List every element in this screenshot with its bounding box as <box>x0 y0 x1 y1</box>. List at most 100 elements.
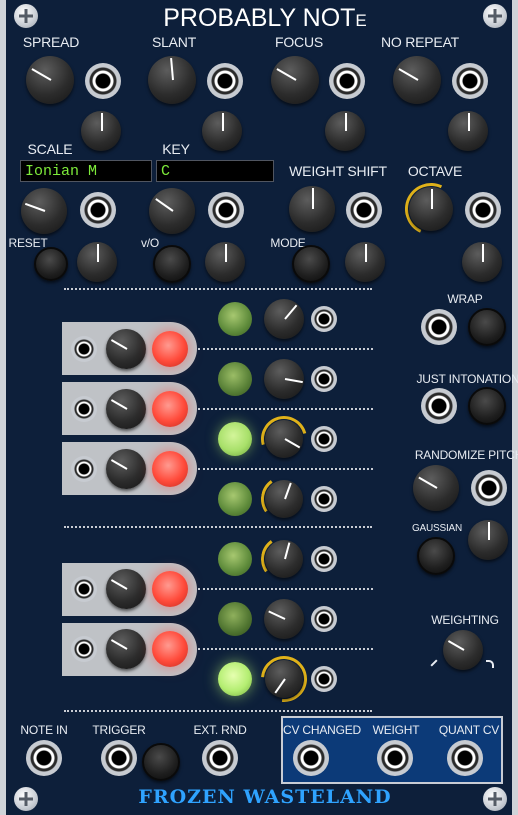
note-10-weight-knob[interactable] <box>264 599 304 639</box>
slant-knob[interactable] <box>148 56 196 104</box>
weighting-tick-right <box>486 660 494 668</box>
note-7-weight-knob[interactable] <box>106 449 146 489</box>
wrap-button[interactable] <box>468 308 506 346</box>
slant-attenuator-knob[interactable] <box>202 111 242 151</box>
label-just-intonation: JUST INTONATION <box>416 372 518 386</box>
note-6-weight-knob[interactable] <box>265 480 303 518</box>
note-5-weight-knob[interactable] <box>265 420 303 458</box>
randomize-pitch-attenuator-knob[interactable] <box>468 520 508 560</box>
note-8-weight-knob[interactable] <box>265 540 303 578</box>
note-4-weight-knob[interactable] <box>106 389 146 429</box>
focus-attenuator-knob[interactable] <box>325 111 365 151</box>
reset-knob[interactable] <box>77 242 117 282</box>
trigger-jack[interactable] <box>101 740 137 776</box>
note-3-green-led[interactable] <box>218 362 252 396</box>
note-in-jack[interactable] <box>26 740 62 776</box>
note-12-jack[interactable] <box>311 666 337 692</box>
scale-knob[interactable] <box>21 188 67 234</box>
label-key: KEY <box>162 141 190 157</box>
note-3-weight-knob[interactable] <box>264 359 304 399</box>
focus-knob[interactable] <box>271 56 319 104</box>
key-cv-jack[interactable] <box>208 192 244 228</box>
no-repeat-knob[interactable] <box>393 56 441 104</box>
quant-cv-output-jack[interactable] <box>447 740 483 776</box>
spread-cv-jack[interactable] <box>85 63 121 99</box>
separator-middle <box>64 526 372 528</box>
note-3-jack[interactable] <box>311 366 337 392</box>
spread-attenuator-knob[interactable] <box>81 111 121 151</box>
weight-shift-knob[interactable] <box>289 186 335 232</box>
label-randomize-pitch: RANDOMIZE PITCH <box>414 448 518 462</box>
label-cv-changed: CV CHANGED <box>282 723 362 737</box>
note-5-jack[interactable] <box>311 426 337 452</box>
note-12-green-led[interactable] <box>218 662 252 696</box>
note-10-jack[interactable] <box>311 606 337 632</box>
note-1-green-led[interactable] <box>218 302 252 336</box>
note-7-jack[interactable] <box>71 456 97 482</box>
reset-button[interactable] <box>34 247 68 281</box>
row-dots-7 <box>198 468 373 470</box>
label-trigger: TRIGGER <box>92 723 146 737</box>
v-o-button[interactable] <box>153 245 191 283</box>
note-9-jack[interactable] <box>71 576 97 602</box>
note-9-weight-knob[interactable] <box>106 569 146 609</box>
label-ext-rnd: EXT. RND <box>193 723 247 737</box>
weight-shift-cv-jack[interactable] <box>346 192 382 228</box>
no-repeat-attenuator-knob[interactable] <box>448 111 488 151</box>
screw-icon-top-right <box>483 4 507 28</box>
module-title-suffix: E <box>355 11 367 30</box>
note-8-green-led[interactable] <box>218 542 252 576</box>
v-o-knob[interactable] <box>205 242 245 282</box>
mode-button[interactable] <box>292 245 330 283</box>
screw-icon-bottom-right <box>483 787 507 811</box>
weight-output-jack[interactable] <box>377 740 413 776</box>
no-repeat-cv-jack[interactable] <box>452 63 488 99</box>
ext-rnd-jack[interactable] <box>202 740 238 776</box>
note-6-green-led[interactable] <box>218 482 252 516</box>
octave-knob[interactable] <box>409 187 453 231</box>
note-11-jack[interactable] <box>71 636 97 662</box>
row-dots-2 <box>198 348 373 350</box>
note-6-jack[interactable] <box>311 486 337 512</box>
key-knob[interactable] <box>149 188 195 234</box>
just-intonation-jack[interactable] <box>421 388 457 424</box>
weighting-knob[interactable] <box>443 630 483 670</box>
scale-cv-jack[interactable] <box>80 192 116 228</box>
note-4-jack[interactable] <box>71 396 97 422</box>
note-2-weight-knob[interactable] <box>106 329 146 369</box>
spread-knob[interactable] <box>26 56 74 104</box>
slant-cv-jack[interactable] <box>207 63 243 99</box>
randomize-pitch-cv-jack[interactable] <box>471 470 507 506</box>
note-2-jack[interactable] <box>71 336 97 362</box>
trigger-button[interactable] <box>142 743 180 781</box>
cv-changed-output-jack[interactable] <box>293 740 329 776</box>
octave-cv-jack[interactable] <box>465 192 501 228</box>
note-10-green-led[interactable] <box>218 602 252 636</box>
wrap-jack[interactable] <box>421 309 457 345</box>
mode-knob[interactable] <box>345 242 385 282</box>
note-11-red-led[interactable] <box>152 631 188 667</box>
module-title: PROBABLY NOTE <box>163 4 367 33</box>
label-scale: SCALE <box>27 141 73 157</box>
note-5-green-led[interactable] <box>218 422 252 456</box>
focus-cv-jack[interactable] <box>329 63 365 99</box>
note-12-weight-knob[interactable] <box>265 660 303 698</box>
label-weighting: WEIGHTING <box>431 613 499 627</box>
note-1-jack[interactable] <box>311 306 337 332</box>
note-8-jack[interactable] <box>311 546 337 572</box>
randomize-pitch-knob[interactable] <box>413 465 459 511</box>
gaussian-button[interactable] <box>417 537 455 575</box>
octave-attenuator-knob[interactable] <box>462 242 502 282</box>
note-1-weight-knob[interactable] <box>264 299 304 339</box>
note-11-weight-knob[interactable] <box>106 629 146 669</box>
note-2-red-led[interactable] <box>152 331 188 367</box>
label-v-o: v/O <box>140 236 160 250</box>
note-4-red-led[interactable] <box>152 391 188 427</box>
row-dots-9 <box>198 588 373 590</box>
label-wrap: WRAP <box>447 292 483 306</box>
just-intonation-button[interactable] <box>468 387 506 425</box>
separator-top <box>64 288 372 290</box>
note-7-red-led[interactable] <box>152 451 188 487</box>
note-9-red-led[interactable] <box>152 571 188 607</box>
label-reset: RESET <box>8 236 48 250</box>
